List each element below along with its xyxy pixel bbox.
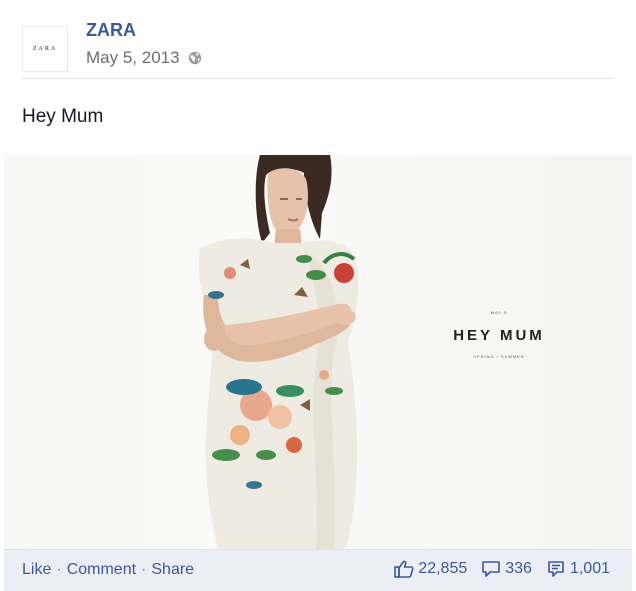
page-name-link[interactable]: ZARA: [86, 20, 136, 41]
header-divider: [22, 78, 614, 79]
likes-count: 22,855: [418, 560, 468, 577]
globe-icon[interactable]: [188, 51, 202, 65]
comments-count: 336: [505, 560, 532, 577]
share-icon: [548, 561, 564, 577]
like-link[interactable]: Like: [22, 561, 51, 579]
post-message: Hey Mum: [22, 106, 104, 127]
likes-stat[interactable]: 22,855: [394, 560, 467, 578]
shares-stat[interactable]: 1,001: [546, 560, 610, 578]
ad-overlay-text: MAY 5 HEY MUM SPRING / SUMMER: [424, 310, 574, 359]
comment-bubble-icon: [482, 561, 501, 577]
shares-count: 1,001: [569, 560, 610, 577]
comments-stat[interactable]: 336: [481, 560, 532, 578]
page-avatar[interactable]: ZARA: [22, 26, 68, 72]
post-meta: May 5, 2013: [86, 48, 202, 68]
share-link[interactable]: Share: [151, 561, 194, 579]
comment-link[interactable]: Comment: [67, 561, 136, 579]
thumbs-up-icon: [394, 560, 414, 578]
action-separator: ·: [141, 561, 147, 578]
post-header: ZARA ZARA May 5, 2013: [22, 14, 614, 78]
post-stats: 22,855 336 1,001: [380, 560, 610, 578]
post-photo[interactable]: MAY 5 HEY MUM SPRING / SUMMER: [4, 155, 632, 549]
ad-date-text: MAY 5: [490, 310, 508, 315]
post-actions: Like · Comment · Share: [22, 561, 194, 579]
ad-headline: HEY MUM: [453, 327, 545, 344]
facebook-post: ZARA ZARA May 5, 2013 Hey Mum MAY 5 HEY …: [0, 0, 636, 591]
post-footer: Like · Comment · Share 22,855 336 1,001: [4, 549, 632, 591]
ad-season-text: SPRING / SUMMER: [473, 354, 525, 359]
action-separator: ·: [56, 561, 62, 578]
post-date-link[interactable]: May 5, 2013: [86, 48, 180, 68]
avatar-logo-text: ZARA: [32, 46, 58, 52]
